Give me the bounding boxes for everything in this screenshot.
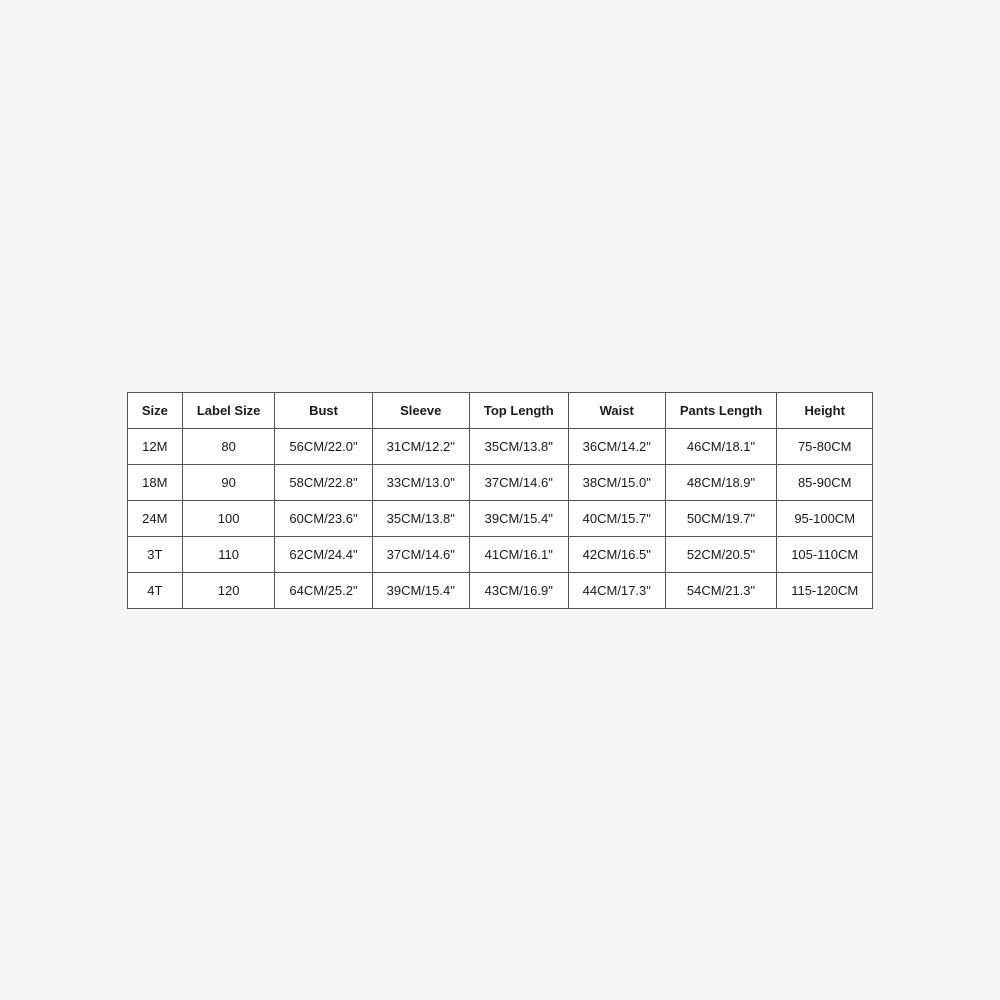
table-cell: 36CM/14.2" <box>568 428 665 464</box>
column-header: Waist <box>568 392 665 428</box>
column-header: Sleeve <box>372 392 469 428</box>
size-chart-table: SizeLabel SizeBustSleeveTop LengthWaistP… <box>127 392 873 609</box>
size-chart-wrapper: SizeLabel SizeBustSleeveTop LengthWaistP… <box>127 392 873 609</box>
table-cell: 41CM/16.1" <box>469 536 568 572</box>
column-header: Label Size <box>182 392 275 428</box>
column-header: Size <box>127 392 182 428</box>
table-cell: 60CM/23.6" <box>275 500 372 536</box>
table-cell: 37CM/14.6" <box>469 464 568 500</box>
table-cell: 95-100CM <box>777 500 873 536</box>
table-cell: 31CM/12.2" <box>372 428 469 464</box>
table-cell: 85-90CM <box>777 464 873 500</box>
table-cell: 40CM/15.7" <box>568 500 665 536</box>
table-cell: 24M <box>127 500 182 536</box>
table-cell: 115-120CM <box>777 572 873 608</box>
table-cell: 120 <box>182 572 275 608</box>
table-cell: 37CM/14.6" <box>372 536 469 572</box>
table-cell: 35CM/13.8" <box>469 428 568 464</box>
table-cell: 12M <box>127 428 182 464</box>
table-cell: 75-80CM <box>777 428 873 464</box>
page-container: SizeLabel SizeBustSleeveTop LengthWaistP… <box>0 0 1000 1000</box>
table-row: 24M10060CM/23.6"35CM/13.8"39CM/15.4"40CM… <box>127 500 872 536</box>
table-cell: 48CM/18.9" <box>665 464 776 500</box>
table-cell: 38CM/15.0" <box>568 464 665 500</box>
table-cell: 18M <box>127 464 182 500</box>
table-cell: 90 <box>182 464 275 500</box>
table-cell: 52CM/20.5" <box>665 536 776 572</box>
table-cell: 3T <box>127 536 182 572</box>
table-cell: 64CM/25.2" <box>275 572 372 608</box>
table-cell: 4T <box>127 572 182 608</box>
table-cell: 54CM/21.3" <box>665 572 776 608</box>
table-cell: 50CM/19.7" <box>665 500 776 536</box>
table-cell: 46CM/18.1" <box>665 428 776 464</box>
table-cell: 39CM/15.4" <box>469 500 568 536</box>
table-cell: 100 <box>182 500 275 536</box>
table-cell: 62CM/24.4" <box>275 536 372 572</box>
table-cell: 56CM/22.0" <box>275 428 372 464</box>
table-cell: 80 <box>182 428 275 464</box>
table-header-row: SizeLabel SizeBustSleeveTop LengthWaistP… <box>127 392 872 428</box>
column-header: Top Length <box>469 392 568 428</box>
table-cell: 110 <box>182 536 275 572</box>
table-body: 12M8056CM/22.0"31CM/12.2"35CM/13.8"36CM/… <box>127 428 872 608</box>
table-cell: 44CM/17.3" <box>568 572 665 608</box>
table-cell: 33CM/13.0" <box>372 464 469 500</box>
table-cell: 42CM/16.5" <box>568 536 665 572</box>
table-row: 4T12064CM/25.2"39CM/15.4"43CM/16.9"44CM/… <box>127 572 872 608</box>
column-header: Bust <box>275 392 372 428</box>
table-cell: 35CM/13.8" <box>372 500 469 536</box>
table-row: 18M9058CM/22.8"33CM/13.0"37CM/14.6"38CM/… <box>127 464 872 500</box>
table-cell: 39CM/15.4" <box>372 572 469 608</box>
table-cell: 105-110CM <box>777 536 873 572</box>
column-header: Pants Length <box>665 392 776 428</box>
table-cell: 58CM/22.8" <box>275 464 372 500</box>
column-header: Height <box>777 392 873 428</box>
table-row: 12M8056CM/22.0"31CM/12.2"35CM/13.8"36CM/… <box>127 428 872 464</box>
table-row: 3T11062CM/24.4"37CM/14.6"41CM/16.1"42CM/… <box>127 536 872 572</box>
table-cell: 43CM/16.9" <box>469 572 568 608</box>
